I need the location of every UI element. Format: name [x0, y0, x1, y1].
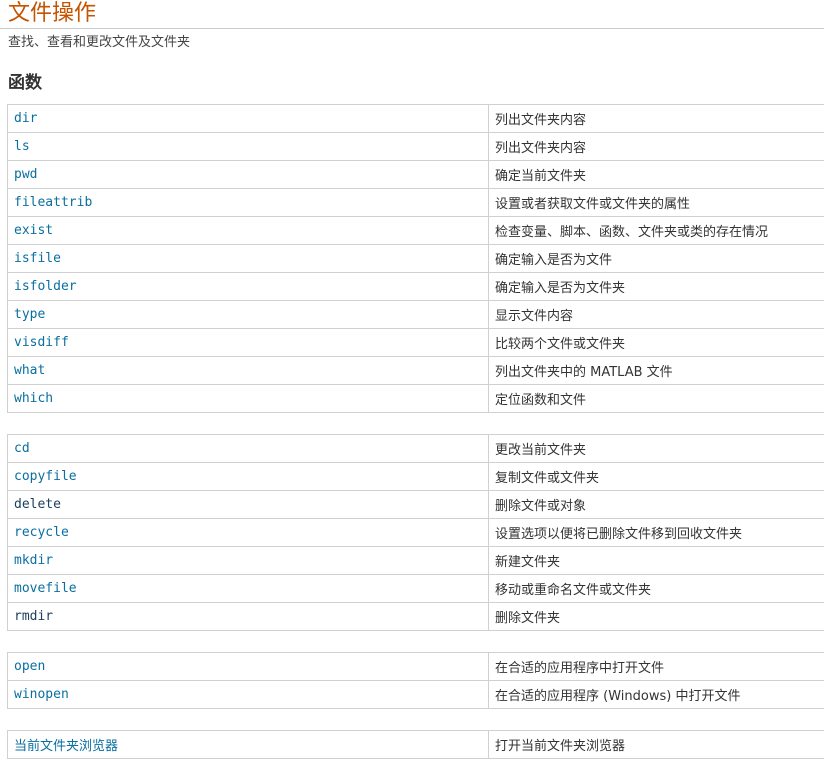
function-link-current-folder-browser[interactable]: 当前文件夹浏览器 — [7, 730, 489, 759]
function-link-isfile[interactable]: isfile — [7, 244, 489, 273]
function-description: 新建文件夹 — [488, 546, 824, 575]
function-description: 复制文件或文件夹 — [488, 462, 824, 491]
table-row: type 显示文件内容 — [7, 300, 824, 329]
function-link-mkdir[interactable]: mkdir — [7, 546, 489, 575]
function-description: 更改当前文件夹 — [488, 434, 824, 463]
page-title: 文件操作 — [8, 1, 97, 26]
table-row: recycle 设置选项以便将已删除文件移到回收文件夹 — [7, 518, 824, 547]
function-table-browser: 当前文件夹浏览器 打开当前文件夹浏览器 — [7, 730, 824, 759]
function-link-rmdir[interactable]: rmdir — [7, 602, 489, 631]
function-description: 确定输入是否为文件 — [488, 244, 824, 273]
function-link-type[interactable]: type — [7, 300, 489, 329]
function-description: 设置或者获取文件或文件夹的属性 — [488, 188, 824, 217]
function-link-winopen[interactable]: winopen — [7, 680, 489, 709]
table-row: what 列出文件夹中的 MATLAB 文件 — [7, 356, 824, 385]
function-link-fileattrib[interactable]: fileattrib — [7, 188, 489, 217]
function-link-ls[interactable]: ls — [7, 132, 489, 161]
function-description: 列出文件夹中的 MATLAB 文件 — [488, 356, 824, 385]
table-row: delete 删除文件或对象 — [7, 490, 824, 519]
function-table-open: open 在合适的应用程序中打开文件 winopen 在合适的应用程序 (Win… — [7, 652, 824, 709]
function-link-copyfile[interactable]: copyfile — [7, 462, 489, 491]
function-link-which[interactable]: which — [7, 384, 489, 413]
function-link-what[interactable]: what — [7, 356, 489, 385]
function-table-manage: cd 更改当前文件夹 copyfile 复制文件或文件夹 delete 删除文件… — [7, 434, 824, 631]
function-description: 删除文件夹 — [488, 602, 824, 631]
table-row: ls 列出文件夹内容 — [7, 132, 824, 161]
table-row: visdiff 比较两个文件或文件夹 — [7, 328, 824, 357]
table-row: 当前文件夹浏览器 打开当前文件夹浏览器 — [7, 730, 824, 759]
function-link-exist[interactable]: exist — [7, 216, 489, 245]
function-description: 确定输入是否为文件夹 — [488, 272, 824, 301]
table-row: mkdir 新建文件夹 — [7, 546, 824, 575]
section-heading-functions: 函数 — [8, 73, 42, 93]
function-link-movefile[interactable]: movefile — [7, 574, 489, 603]
function-table-query: dir 列出文件夹内容 ls 列出文件夹内容 pwd 确定当前文件夹 filea… — [7, 104, 824, 413]
function-description: 设置选项以便将已删除文件移到回收文件夹 — [488, 518, 824, 547]
function-description: 删除文件或对象 — [488, 490, 824, 519]
function-description: 确定当前文件夹 — [488, 160, 824, 189]
table-row: isfile 确定输入是否为文件 — [7, 244, 824, 273]
function-description: 列出文件夹内容 — [488, 104, 824, 133]
page-subtitle: 查找、查看和更改文件及文件夹 — [8, 35, 191, 50]
table-row: exist 检查变量、脚本、函数、文件夹或类的存在情况 — [7, 216, 824, 245]
table-row: fileattrib 设置或者获取文件或文件夹的属性 — [7, 188, 824, 217]
function-link-recycle[interactable]: recycle — [7, 518, 489, 547]
table-row: open 在合适的应用程序中打开文件 — [7, 652, 824, 681]
table-row: winopen 在合适的应用程序 (Windows) 中打开文件 — [7, 680, 824, 709]
function-link-dir[interactable]: dir — [7, 104, 489, 133]
function-description: 在合适的应用程序中打开文件 — [488, 652, 824, 681]
function-description: 定位函数和文件 — [488, 384, 824, 413]
function-description: 列出文件夹内容 — [488, 132, 824, 161]
table-row: rmdir 删除文件夹 — [7, 602, 824, 631]
function-link-visdiff[interactable]: visdiff — [7, 328, 489, 357]
documentation-page: 文件操作 查找、查看和更改文件及文件夹 函数 dir 列出文件夹内容 ls 列出… — [0, 0, 824, 764]
function-description: 显示文件内容 — [488, 300, 824, 329]
function-link-open[interactable]: open — [7, 652, 489, 681]
table-row: isfolder 确定输入是否为文件夹 — [7, 272, 824, 301]
table-row: cd 更改当前文件夹 — [7, 434, 824, 463]
table-row: pwd 确定当前文件夹 — [7, 160, 824, 189]
table-row: dir 列出文件夹内容 — [7, 104, 824, 133]
function-description: 在合适的应用程序 (Windows) 中打开文件 — [488, 680, 824, 709]
function-description: 比较两个文件或文件夹 — [488, 328, 824, 357]
table-row: which 定位函数和文件 — [7, 384, 824, 413]
function-description: 检查变量、脚本、函数、文件夹或类的存在情况 — [488, 216, 824, 245]
table-row: copyfile 复制文件或文件夹 — [7, 462, 824, 491]
function-link-pwd[interactable]: pwd — [7, 160, 489, 189]
function-description: 移动或重命名文件或文件夹 — [488, 574, 824, 603]
function-link-delete[interactable]: delete — [7, 490, 489, 519]
title-divider — [0, 28, 824, 29]
function-link-cd[interactable]: cd — [7, 434, 489, 463]
table-row: movefile 移动或重命名文件或文件夹 — [7, 574, 824, 603]
function-link-isfolder[interactable]: isfolder — [7, 272, 489, 301]
function-description: 打开当前文件夹浏览器 — [488, 730, 824, 759]
